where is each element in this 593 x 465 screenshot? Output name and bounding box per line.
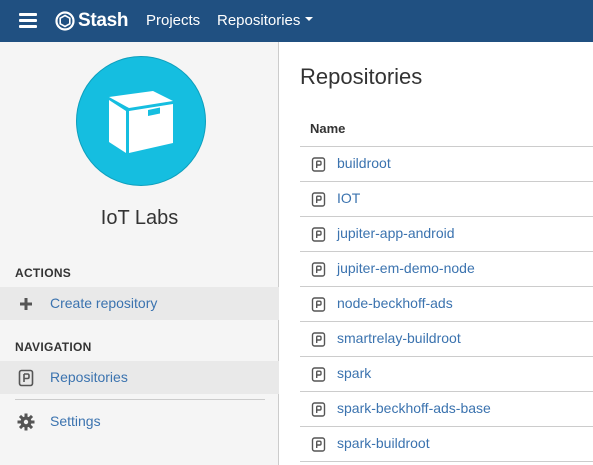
repository-link[interactable]: node-beckhoff-ads bbox=[337, 295, 453, 312]
nav-repositories-label: Repositories bbox=[217, 12, 301, 29]
sidebar-item-label: Settings bbox=[50, 413, 101, 429]
nav-repositories-dropdown[interactable]: Repositories bbox=[217, 12, 314, 29]
repository-icon bbox=[311, 332, 326, 347]
top-navigation-bar: Stash Projects Repositories bbox=[0, 0, 593, 42]
repository-link[interactable]: smartrelay-buildroot bbox=[337, 330, 461, 347]
menu-icon[interactable] bbox=[19, 13, 37, 28]
table-row[interactable]: smartrelay-buildroot bbox=[300, 322, 593, 357]
column-header-name[interactable]: Name bbox=[300, 110, 593, 147]
repository-icon bbox=[311, 227, 326, 242]
stash-logo-icon bbox=[55, 11, 75, 31]
create-repository-button[interactable]: Create repository bbox=[0, 287, 279, 320]
sidebar-item-settings[interactable]: Settings bbox=[0, 405, 279, 438]
page-title: Repositories bbox=[300, 64, 423, 89]
actions-heading: ACTIONS bbox=[15, 266, 72, 280]
repositories-table: Name buildroot IOT jupiter-app-android jupi… bbox=[300, 110, 593, 462]
main-content: Repositories Name buildroot IOT jupiter-ap… bbox=[279, 42, 593, 465]
repository-icon bbox=[311, 402, 326, 417]
table-row[interactable]: spark-buildroot bbox=[300, 427, 593, 462]
repository-link[interactable]: IOT bbox=[337, 190, 360, 207]
repository-link[interactable]: buildroot bbox=[337, 155, 391, 172]
table-row[interactable]: spark-beckhoff-ads-base bbox=[300, 392, 593, 427]
nav-projects-link[interactable]: Projects bbox=[146, 12, 200, 29]
table-row[interactable]: buildroot bbox=[300, 147, 593, 182]
repository-icon bbox=[311, 367, 326, 382]
table-row[interactable]: jupiter-em-demo-node bbox=[300, 252, 593, 287]
sidebar-item-repositories[interactable]: Repositories bbox=[0, 361, 279, 394]
create-repository-label: Create repository bbox=[50, 295, 158, 311]
plus-icon bbox=[20, 298, 32, 310]
chevron-down-icon bbox=[305, 17, 314, 22]
table-row[interactable]: spark bbox=[300, 357, 593, 392]
repository-link[interactable]: jupiter-em-demo-node bbox=[337, 260, 475, 277]
repository-icon bbox=[311, 262, 326, 277]
table-row[interactable]: jupiter-app-android bbox=[300, 217, 593, 252]
stash-logo[interactable]: Stash bbox=[55, 8, 129, 34]
repository-icon bbox=[311, 157, 326, 172]
table-row[interactable]: IOT bbox=[300, 182, 593, 217]
repository-link[interactable]: spark-buildroot bbox=[337, 435, 430, 452]
navigation-heading: NAVIGATION bbox=[15, 340, 92, 354]
box-icon bbox=[109, 91, 173, 153]
app-name: Stash bbox=[78, 10, 129, 31]
sidebar-divider bbox=[15, 399, 265, 400]
repository-icon bbox=[18, 369, 34, 387]
repository-link[interactable]: jupiter-app-android bbox=[337, 225, 455, 242]
gear-icon bbox=[17, 413, 35, 431]
sidebar-item-label: Repositories bbox=[50, 369, 128, 385]
table-body: buildroot IOT jupiter-app-android jupiter-e… bbox=[300, 147, 593, 462]
repository-icon bbox=[311, 437, 326, 452]
repository-link[interactable]: spark-beckhoff-ads-base bbox=[337, 400, 491, 417]
sidebar: IoT Labs ACTIONS Create repository NAVIG… bbox=[0, 42, 279, 465]
project-name: IoT Labs bbox=[100, 207, 179, 229]
table-row[interactable]: node-beckhoff-ads bbox=[300, 287, 593, 322]
project-avatar[interactable] bbox=[76, 56, 206, 186]
repository-icon bbox=[311, 192, 326, 207]
repository-icon bbox=[311, 297, 326, 312]
repository-link[interactable]: spark bbox=[337, 365, 371, 382]
